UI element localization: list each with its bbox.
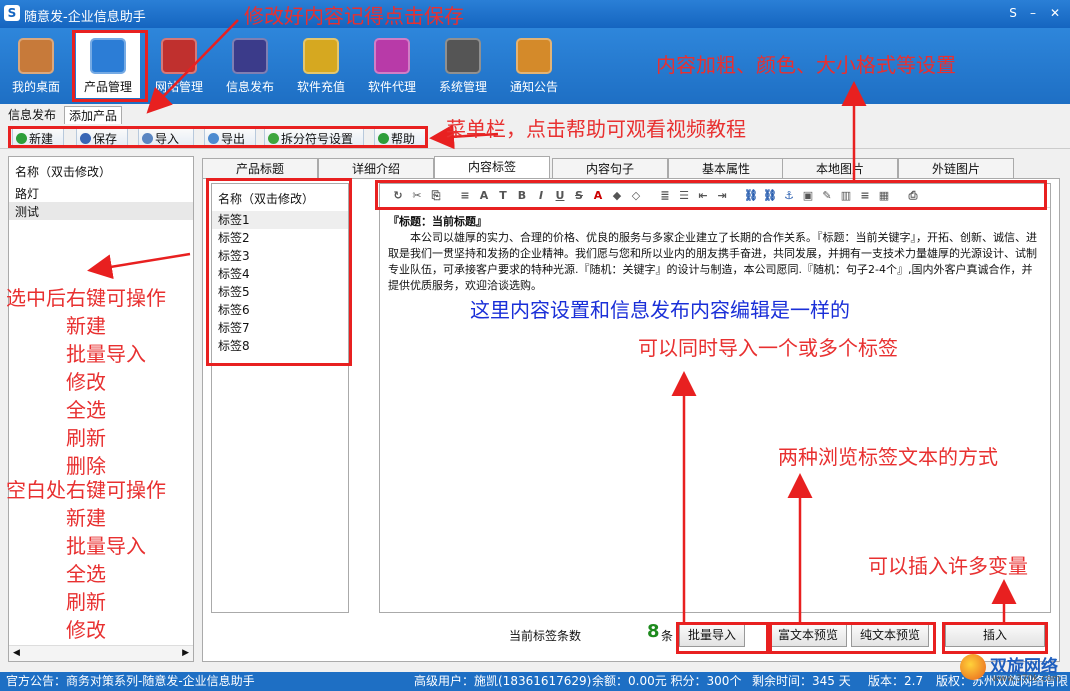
watermark: 双旋网络 www.370k.com (960, 650, 1070, 690)
annotation-import: 可以同时导入一个或多个标签 (638, 336, 898, 360)
annotation-item: 修改 (66, 618, 106, 642)
annotation-item: 新建 (66, 314, 106, 338)
watermark-logo-icon (960, 654, 986, 680)
annotation-item: 刷新 (66, 590, 106, 614)
annotation-item: 全选 (66, 562, 106, 586)
annotation-item: 修改 (66, 370, 106, 394)
annotation-item: 新建 (66, 506, 106, 530)
annotation-save: 修改好内容记得点击保存 (244, 4, 464, 28)
annotation-item: 全选 (66, 398, 106, 422)
annotation-browse: 两种浏览标签文本的方式 (778, 445, 998, 469)
annotation-item: 批量导入 (66, 534, 146, 558)
annotation-blank-items: 新建批量导入全选刷新修改 (6, 504, 166, 644)
annotation-same: 这里内容设置和信息发布内容编辑是一样的 (470, 298, 850, 322)
annotation-insert: 可以插入许多变量 (868, 554, 1028, 578)
annotation-blank: 空白处右键可操作 新建批量导入全选刷新修改 (6, 476, 166, 644)
annotation-item: 批量导入 (66, 342, 146, 366)
watermark-url: www.370k.com (992, 674, 1061, 684)
annotation-menu: 菜单栏，点击帮助可观看视频教程 (446, 117, 746, 141)
annotation-format: 内容加粗、颜色、大小格式等设置 (656, 53, 956, 77)
annotation-select-title: 选中后右键可操作 (6, 286, 166, 310)
annotation-item: 刷新 (66, 426, 106, 450)
annotation-select: 选中后右键可操作 新建 批量导入 修改 全选 刷新 删除 (6, 284, 166, 480)
annotation-select-items: 新建 批量导入 修改 全选 刷新 删除 (6, 312, 166, 480)
annotation-blank-title: 空白处右键可操作 (6, 478, 166, 502)
